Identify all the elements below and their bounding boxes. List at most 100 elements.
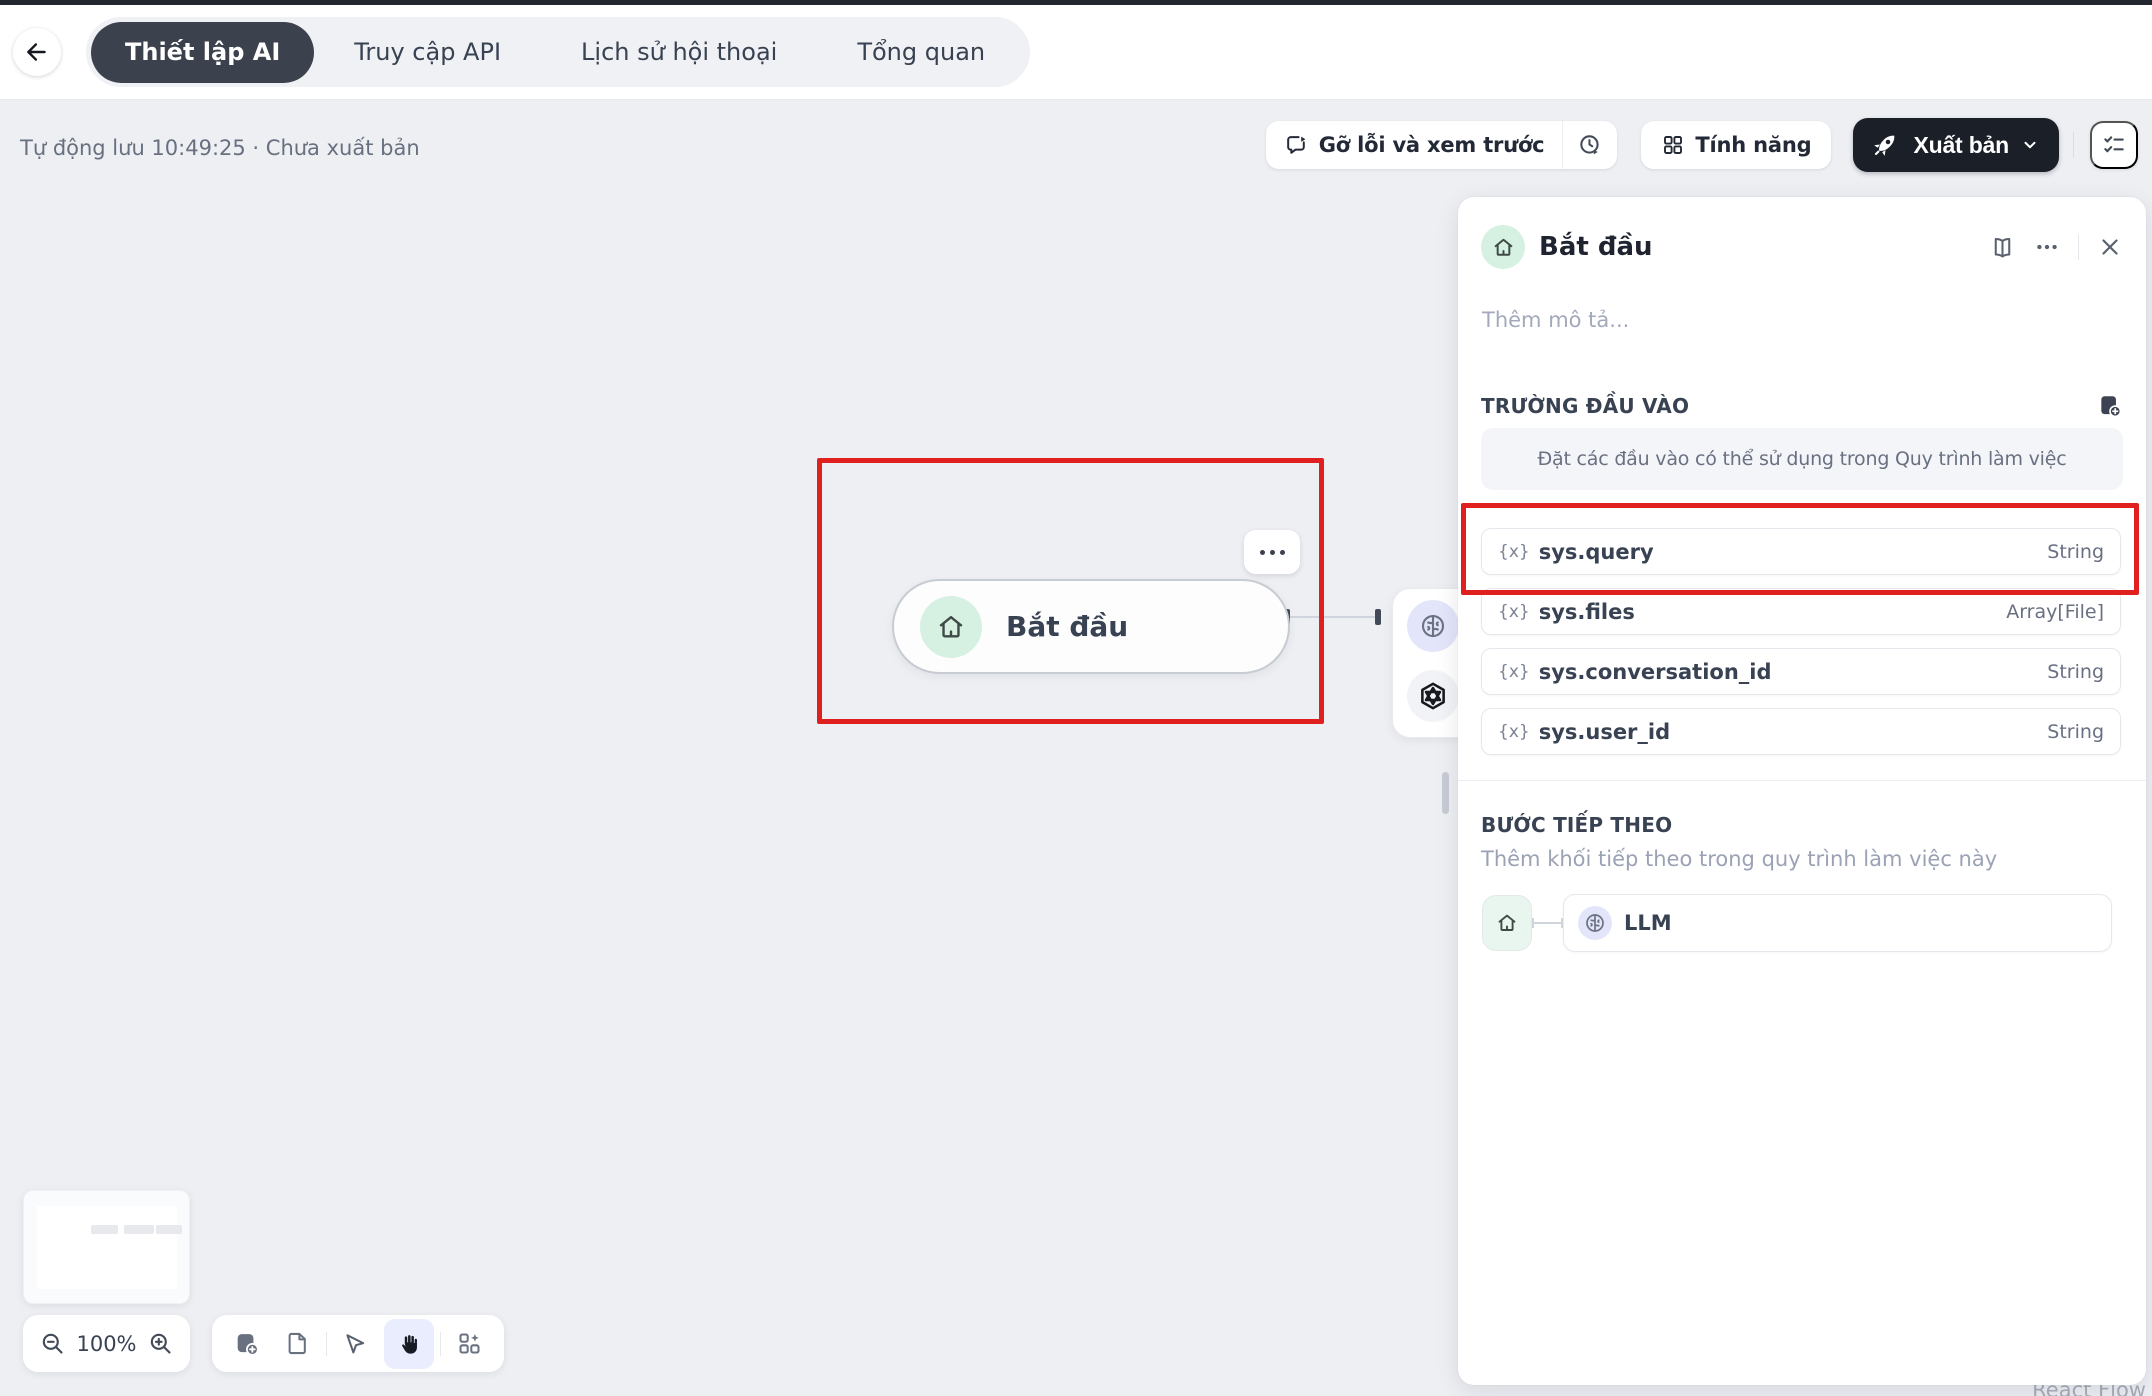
field-name: sys.query bbox=[1539, 540, 2048, 564]
workflow-edge bbox=[1290, 616, 1378, 618]
minimap-viewport bbox=[37, 1206, 177, 1289]
close-panel-button[interactable] bbox=[2097, 234, 2123, 260]
version-history-icon bbox=[1577, 132, 1603, 158]
field-type: String bbox=[2047, 721, 2104, 743]
features-label: Tính năng bbox=[1695, 133, 1811, 157]
edge-target-handle[interactable] bbox=[1375, 609, 1381, 625]
llm-node-icon-circle bbox=[1407, 600, 1459, 652]
main-tabs: Thiết lập AI Truy cập API Lịch sử hội th… bbox=[86, 17, 1030, 87]
arrow-left-icon bbox=[24, 39, 50, 65]
field-type: String bbox=[2047, 661, 2104, 683]
debug-preview-icon bbox=[1284, 133, 1309, 158]
scrollbar-thumb[interactable] bbox=[1442, 772, 1449, 814]
divider bbox=[1458, 780, 2146, 781]
start-node-icon-circle bbox=[920, 596, 982, 658]
tab-conversation-logs[interactable]: Lịch sử hội thoại bbox=[541, 17, 817, 87]
variable-icon: {x} bbox=[1498, 662, 1530, 682]
llm-block-label: LLM bbox=[1624, 911, 1672, 935]
start-node-label: Bắt đầu bbox=[1006, 610, 1128, 643]
node-description-input[interactable]: Thêm mô tả... bbox=[1482, 308, 1629, 332]
field-row-sys-files[interactable]: {x} sys.files Array[File] bbox=[1481, 588, 2121, 635]
zoom-level: 100% bbox=[76, 1332, 136, 1356]
model-icon-circle bbox=[1407, 670, 1459, 722]
pointer-tool-button[interactable] bbox=[333, 1322, 377, 1366]
more-options-button[interactable] bbox=[2034, 234, 2060, 260]
minimap-node-shape bbox=[156, 1225, 182, 1234]
version-history-button[interactable] bbox=[1563, 121, 1617, 169]
mini-start-node bbox=[1482, 895, 1532, 951]
next-step-section-header: BƯỚC TIẾP THEO bbox=[1481, 813, 2123, 837]
zoom-out-button[interactable] bbox=[39, 1330, 66, 1357]
next-step-title: BƯỚC TIẾP THEO bbox=[1481, 813, 1672, 837]
next-step-row: LLM bbox=[1482, 894, 2112, 952]
debug-preview-group: Gỡ lỗi và xem trước bbox=[1266, 121, 1618, 169]
publish-label: Xuất bản bbox=[1913, 132, 2009, 159]
workflow-editor: Thiết lập AI Truy cập API Lịch sử hội th… bbox=[0, 0, 2152, 1396]
minimap-node-shape bbox=[91, 1225, 118, 1234]
field-name: sys.files bbox=[1539, 600, 2007, 624]
autosave-status: Tự động lưu 10:49:25 · Chưa xuất bản bbox=[20, 136, 420, 160]
field-name: sys.user_id bbox=[1539, 720, 2048, 744]
input-fields-section-header: TRƯỜNG ĐẦU VÀO bbox=[1481, 393, 2123, 419]
zoom-in-button[interactable] bbox=[147, 1330, 174, 1357]
panel-header: Bắt đầu bbox=[1481, 224, 2123, 270]
add-note-button[interactable] bbox=[275, 1322, 319, 1366]
field-type: String bbox=[2047, 541, 2104, 563]
editor-toolbar: Gỡ lỗi và xem trước Tính năng Xuất bản bbox=[1266, 118, 2138, 172]
next-step-subtitle: Thêm khối tiếp theo trong quy trình làm … bbox=[1481, 847, 1997, 871]
zoom-controls: 100% bbox=[23, 1315, 190, 1372]
panel-title: Bắt đầu bbox=[1539, 232, 1989, 262]
window-top-strip bbox=[0, 0, 2152, 5]
start-node-icon-circle bbox=[1481, 225, 1525, 269]
variable-icon: {x} bbox=[1498, 722, 1530, 742]
docs-button[interactable] bbox=[1989, 234, 2016, 261]
checklist-button[interactable] bbox=[2090, 121, 2138, 169]
divider bbox=[2078, 234, 2079, 260]
home-icon bbox=[1491, 235, 1516, 260]
divider bbox=[326, 1332, 327, 1356]
variable-icon: {x} bbox=[1498, 602, 1530, 622]
app-header: Thiết lập AI Truy cập API Lịch sử hội th… bbox=[0, 5, 2152, 100]
add-input-field-button[interactable] bbox=[2097, 393, 2123, 419]
organize-blocks-button[interactable] bbox=[448, 1322, 492, 1366]
hand-tool-button[interactable] bbox=[384, 1319, 434, 1369]
field-row-sys-user-id[interactable]: {x} sys.user_id String bbox=[1481, 708, 2121, 755]
tab-overview[interactable]: Tổng quan bbox=[817, 17, 1025, 87]
features-button[interactable]: Tính năng bbox=[1641, 121, 1831, 169]
panel-header-icons bbox=[1989, 234, 2123, 261]
node-properties-panel: Bắt đầu Thêm mô tả... TRƯỜNG ĐẦU VÀO bbox=[1458, 197, 2146, 1385]
input-fields-hint-text: Đặt các đầu vào có thể sử dụng trong Quy… bbox=[1537, 448, 2066, 470]
add-block-button[interactable] bbox=[225, 1322, 269, 1366]
rocket-icon bbox=[1869, 129, 1901, 161]
publish-button[interactable]: Xuất bản bbox=[1853, 118, 2059, 172]
home-icon bbox=[1495, 911, 1519, 935]
checklist-icon bbox=[2101, 132, 2127, 158]
tab-orchestrate[interactable]: Thiết lập AI bbox=[91, 22, 314, 83]
divider bbox=[440, 1332, 441, 1356]
add-llm-block-button[interactable]: LLM bbox=[1563, 894, 2112, 952]
field-type: Array[File] bbox=[2006, 601, 2104, 623]
openai-logo-icon bbox=[1416, 679, 1450, 713]
brain-icon bbox=[1418, 611, 1448, 641]
debug-preview-label: Gỡ lỗi và xem trước bbox=[1319, 133, 1545, 157]
back-button[interactable] bbox=[13, 28, 61, 76]
node-more-button[interactable] bbox=[1244, 530, 1300, 574]
brain-icon bbox=[1583, 911, 1607, 935]
field-name: sys.conversation_id bbox=[1539, 660, 2048, 684]
debug-preview-button[interactable]: Gỡ lỗi và xem trước bbox=[1266, 121, 1563, 169]
features-grid-icon bbox=[1661, 133, 1685, 157]
start-node[interactable]: Bắt đầu bbox=[892, 579, 1290, 674]
divider bbox=[2073, 132, 2074, 158]
chevron-down-icon bbox=[2021, 136, 2039, 154]
home-icon bbox=[935, 611, 967, 643]
tab-api-access[interactable]: Truy cập API bbox=[314, 17, 541, 87]
field-row-sys-query[interactable]: {x} sys.query String bbox=[1481, 528, 2121, 575]
llm-icon-circle bbox=[1578, 906, 1612, 940]
minimap[interactable] bbox=[23, 1190, 190, 1304]
input-fields-title: TRƯỜNG ĐẦU VÀO bbox=[1481, 394, 1689, 418]
minimap-node-shape bbox=[124, 1225, 154, 1234]
canvas-tools bbox=[212, 1315, 504, 1372]
input-fields-hint: Đặt các đầu vào có thể sử dụng trong Quy… bbox=[1481, 428, 2123, 490]
field-row-sys-conversation-id[interactable]: {x} sys.conversation_id String bbox=[1481, 648, 2121, 695]
variable-icon: {x} bbox=[1498, 542, 1530, 562]
